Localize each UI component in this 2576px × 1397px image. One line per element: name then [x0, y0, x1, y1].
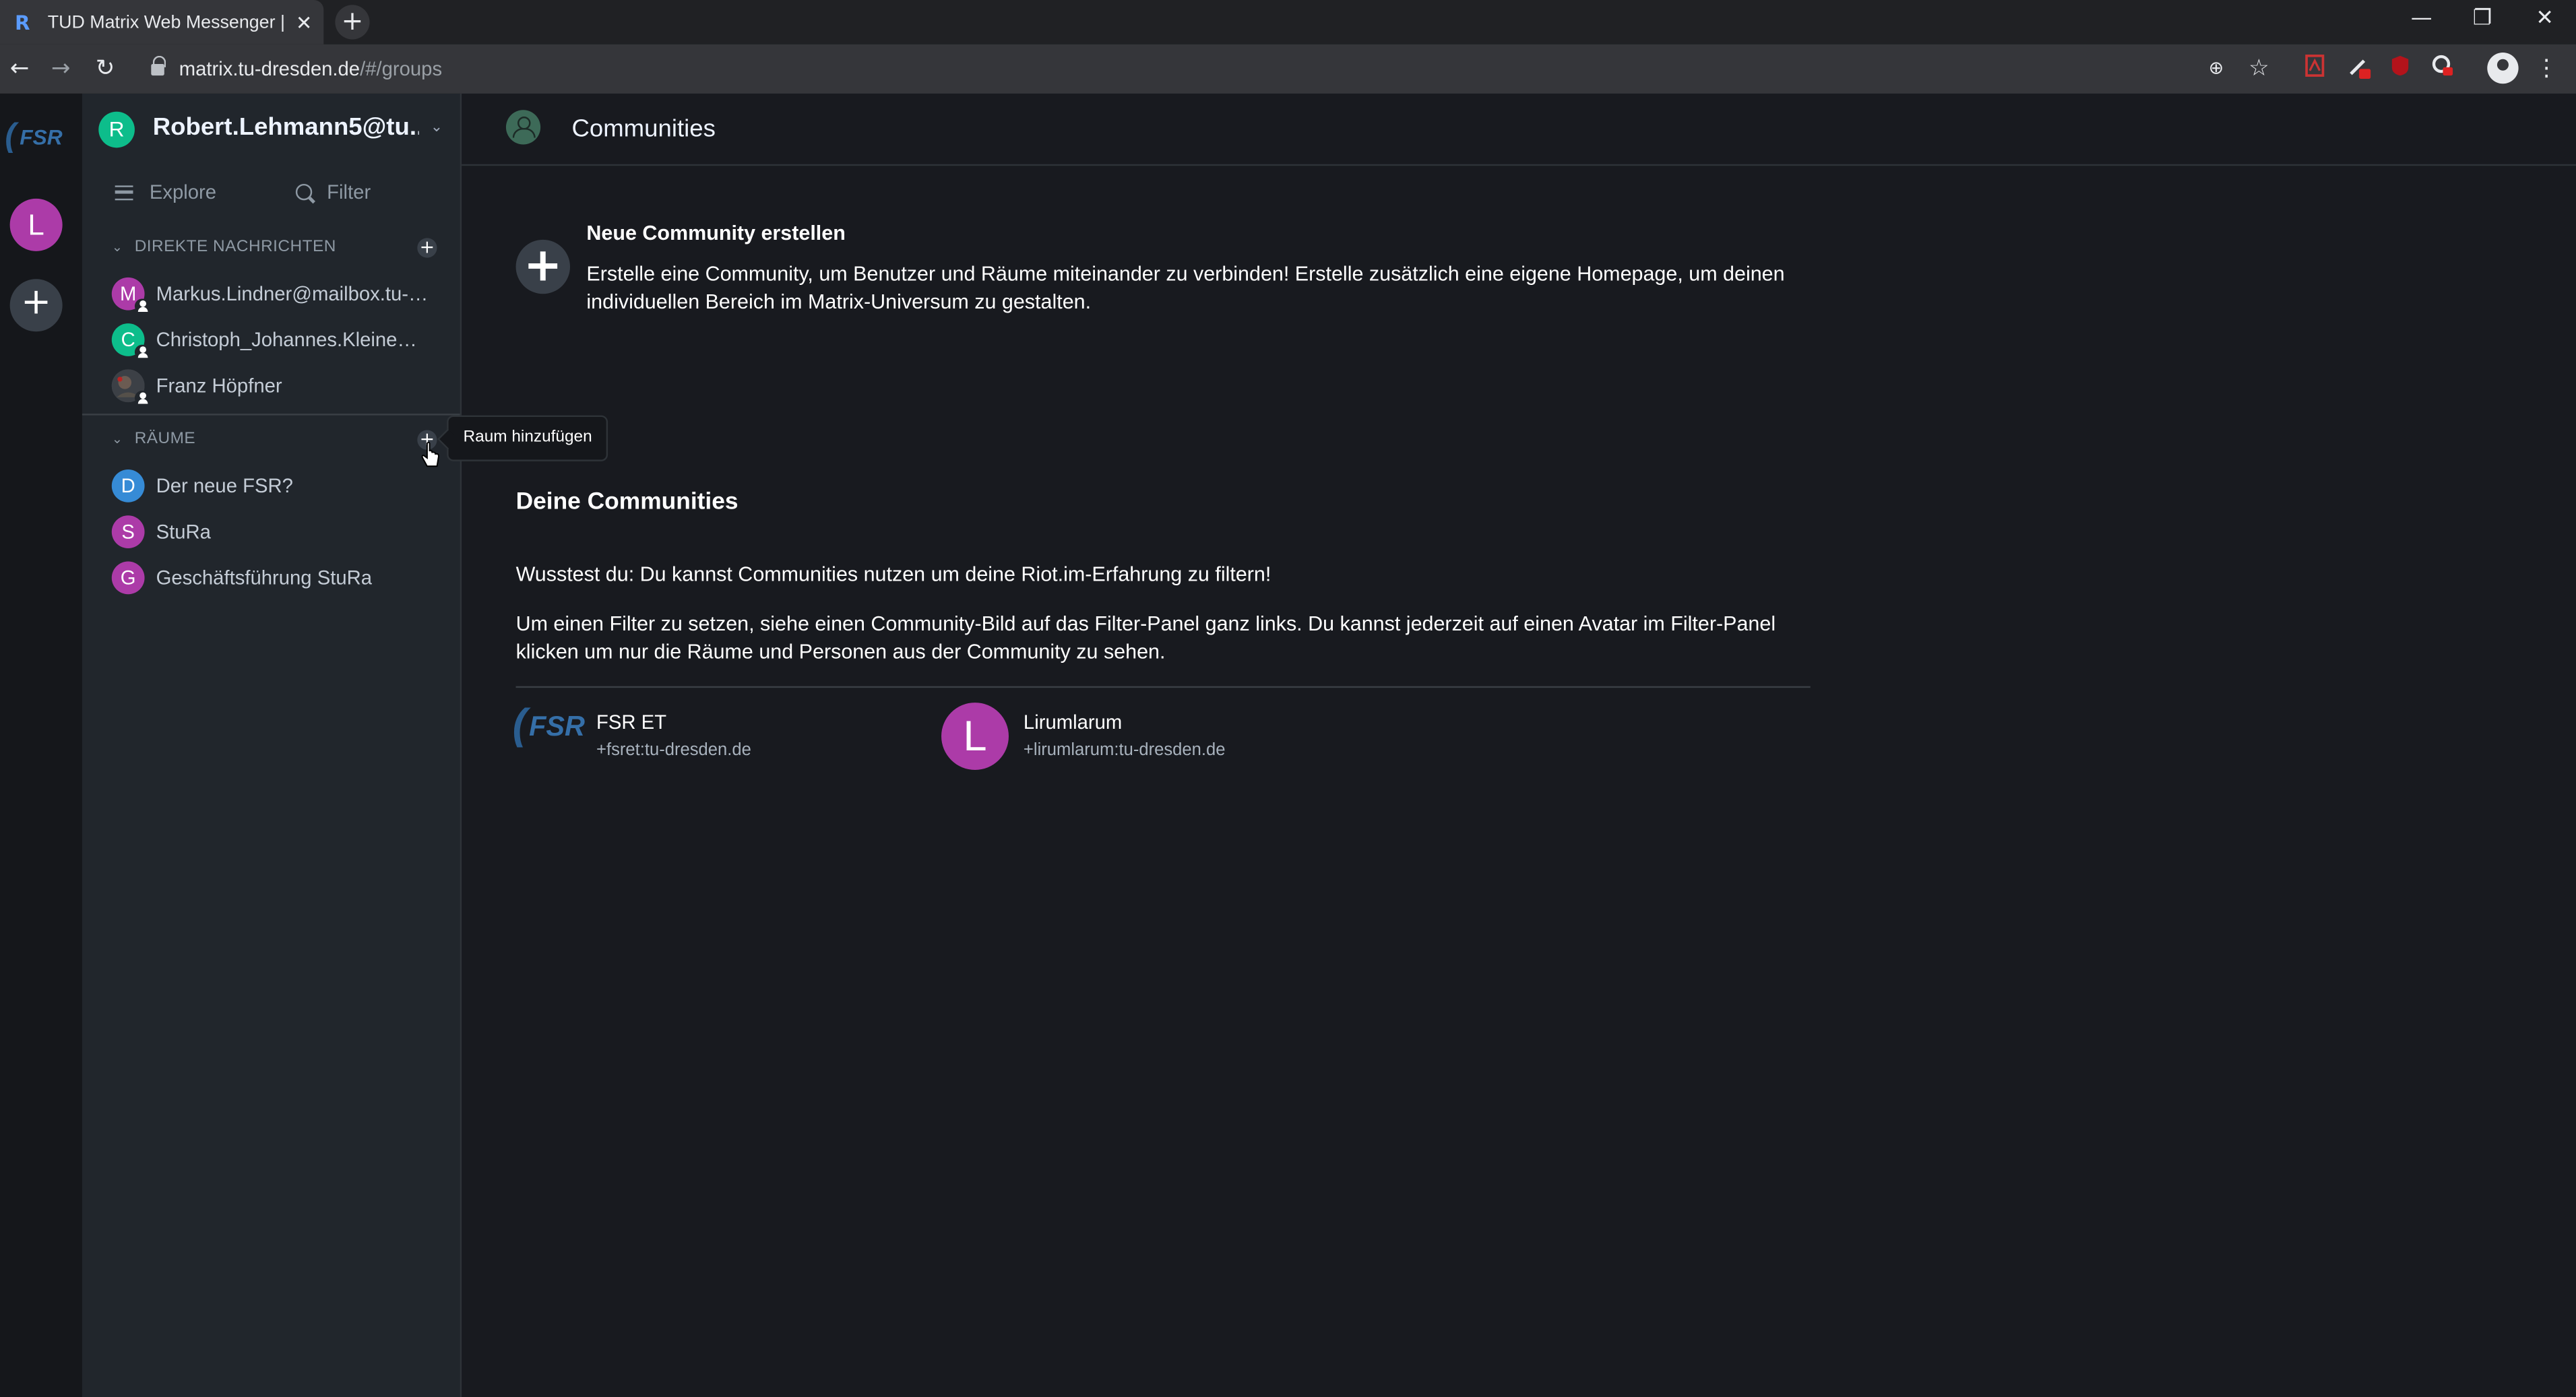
filter-help-text: Um einen Filter zu setzen, siehe einen C…	[515, 612, 1776, 663]
rooms-section-header[interactable]: ⌄ RÄUME	[112, 430, 195, 449]
chevron-down-icon[interactable]: ⌄	[431, 120, 443, 136]
community-id: +lirumlarum:tu-dresden.de	[1023, 740, 1226, 760]
section-divider	[82, 414, 460, 416]
add-room-tooltip: Raum hinzufügen	[447, 415, 609, 461]
explore-button[interactable]: Explore	[115, 181, 216, 203]
room-name: Der neue FSR?	[156, 474, 293, 498]
community-avatar: L	[941, 701, 1009, 769]
room-name: Geschäftsführung StuRa	[156, 566, 373, 589]
hand-cursor-icon	[421, 441, 439, 467]
fsr-et-logo-text: FSR	[529, 711, 585, 742]
room-item[interactable]: G Geschäftsführung StuRa	[111, 561, 441, 595]
dm-name: Christoph_Johannes.Kleine@tu...	[156, 328, 433, 352]
chevron-down-icon: ⌄	[111, 431, 123, 447]
dm-avatar-initial: C	[121, 328, 135, 352]
fsr-et-logo: FSR	[513, 699, 585, 768]
dm-section-header[interactable]: ⌄ DIREKTE NACHRICHTEN	[112, 238, 336, 256]
back-button[interactable]: ←	[3, 53, 36, 86]
ublock-extension-icon[interactable]	[2385, 54, 2415, 84]
window-close-button[interactable]: ✕	[2515, 0, 2575, 39]
search-extension-icon[interactable]	[2428, 54, 2458, 84]
dm-name: Markus.Lindner@mailbox.tu-dr...	[156, 282, 433, 306]
rooms-section-label: RÄUME	[134, 430, 196, 449]
room-item[interactable]: S StuRa	[111, 515, 441, 548]
tip-text: Wusstest du: Du kannst Communities nutze…	[515, 562, 1271, 587]
browser-toolbar: ← → ↻ matrix.tu-dresden.de/#/groups ⊕ ☆ …	[0, 44, 2576, 94]
dm-name: Franz Höpfner	[156, 374, 282, 397]
panel-divider[interactable]	[460, 93, 462, 1397]
forward-button[interactable]: →	[44, 53, 77, 86]
create-community-button[interactable]: +	[9, 279, 63, 332]
community-tile-fsret[interactable]: FSR FSR ET +fsret:tu-dresden.de	[513, 699, 751, 768]
room-item[interactable]: D Der neue FSR?	[111, 469, 441, 502]
url-path: /#/groups	[360, 57, 443, 81]
fsr-community-logo[interactable]: FSR	[5, 117, 66, 157]
user-menu-name[interactable]: Robert.Lehmann5@tu...	[153, 113, 419, 141]
community-name: Lirumlarum	[1023, 711, 1123, 734]
filter-placeholder: Filter	[327, 181, 371, 204]
pdf-extension-icon[interactable]	[2300, 54, 2329, 84]
dm-avatar-photo	[111, 369, 150, 405]
dm-item[interactable]: C Christoph_Johannes.Kleine@tu...	[111, 323, 441, 360]
profile-avatar-icon[interactable]	[2487, 52, 2519, 84]
user-presence-icon	[134, 298, 150, 314]
community-info: FSR ET +fsret:tu-dresden.de	[596, 711, 751, 760]
pen-extension-icon[interactable]	[2344, 54, 2374, 84]
dm-item[interactable]: Franz Höpfner	[111, 369, 441, 405]
bookmark-star-icon[interactable]: ☆	[2244, 54, 2273, 84]
new-tab-button[interactable]: +	[335, 5, 370, 40]
dm-section-label: DIREKTE NACHRICHTEN	[134, 238, 336, 257]
main-header: Communities	[462, 94, 2576, 166]
dm-avatar-initial: M	[119, 282, 137, 306]
filter-input[interactable]: Filter	[295, 181, 371, 204]
user-avatar[interactable]: R	[98, 111, 135, 148]
fsr-logo-text: FSR	[20, 125, 63, 150]
lock-icon	[151, 55, 166, 76]
room-avatar: S	[111, 515, 145, 548]
community-info: Lirumlarum +lirumlarum:tu-dresden.de	[1024, 711, 1226, 760]
zoom-icon[interactable]: ⊕	[2201, 54, 2231, 84]
restore-button[interactable]: ❐	[2453, 0, 2512, 39]
user-presence-icon	[134, 344, 150, 360]
minimize-button[interactable]: —	[2392, 0, 2451, 39]
community-id: +fsret:tu-dresden.de	[596, 740, 751, 760]
create-community-description: Erstelle eine Community, um Benutzer und…	[586, 262, 1785, 314]
riot-favicon-icon: R	[14, 10, 30, 34]
user-presence-icon	[134, 391, 150, 405]
search-icon	[295, 183, 313, 201]
browser-menu-icon[interactable]: ⋮	[2532, 54, 2561, 84]
dm-item[interactable]: M Markus.Lindner@mailbox.tu-dr...	[111, 277, 441, 314]
communities-divider	[515, 686, 1811, 688]
room-avatar: G	[111, 561, 145, 595]
room-avatar: D	[111, 469, 145, 502]
room-list-panel: R Robert.Lehmann5@tu... ⌄ Explore Filter…	[82, 93, 460, 1397]
menu-icon	[115, 185, 133, 200]
groups-icon	[505, 110, 541, 145]
community-name: FSR ET	[596, 711, 667, 734]
chevron-down-icon: ⌄	[111, 239, 123, 255]
add-dm-button[interactable]: +	[417, 238, 437, 258]
tab-close-icon[interactable]: ✕	[296, 11, 313, 34]
create-community-heading[interactable]: Neue Community erstellen	[586, 222, 845, 245]
community-filter-panel: FSR L +	[0, 93, 82, 1397]
browser-tab-strip: R TUD Matrix Web Messenger | De ✕ + — ❐ …	[0, 0, 2576, 44]
reload-button[interactable]: ↻	[89, 53, 122, 86]
room-name: StuRa	[156, 520, 211, 544]
community-tile-lirumlarum[interactable]: L Lirumlarum +lirumlarum:tu-dresden.de	[941, 701, 1226, 769]
your-communities-heading: Deine Communities	[515, 489, 739, 516]
browser-tab[interactable]: R TUD Matrix Web Messenger | De ✕	[0, 0, 324, 44]
lirumlarum-community-avatar[interactable]: L	[9, 198, 63, 251]
explore-label: Explore	[149, 181, 217, 204]
dm-avatar: M	[111, 277, 150, 314]
dm-avatar: C	[111, 323, 150, 360]
url-host: matrix.tu-dresden.de	[179, 57, 360, 81]
url-text: matrix.tu-dresden.de/#/groups	[179, 57, 442, 80]
create-community-plus-icon[interactable]: +	[515, 239, 571, 294]
address-bar[interactable]: matrix.tu-dresden.de/#/groups	[138, 49, 2290, 88]
tab-title: TUD Matrix Web Messenger | De	[47, 12, 286, 32]
page-title: Communities	[571, 115, 716, 143]
